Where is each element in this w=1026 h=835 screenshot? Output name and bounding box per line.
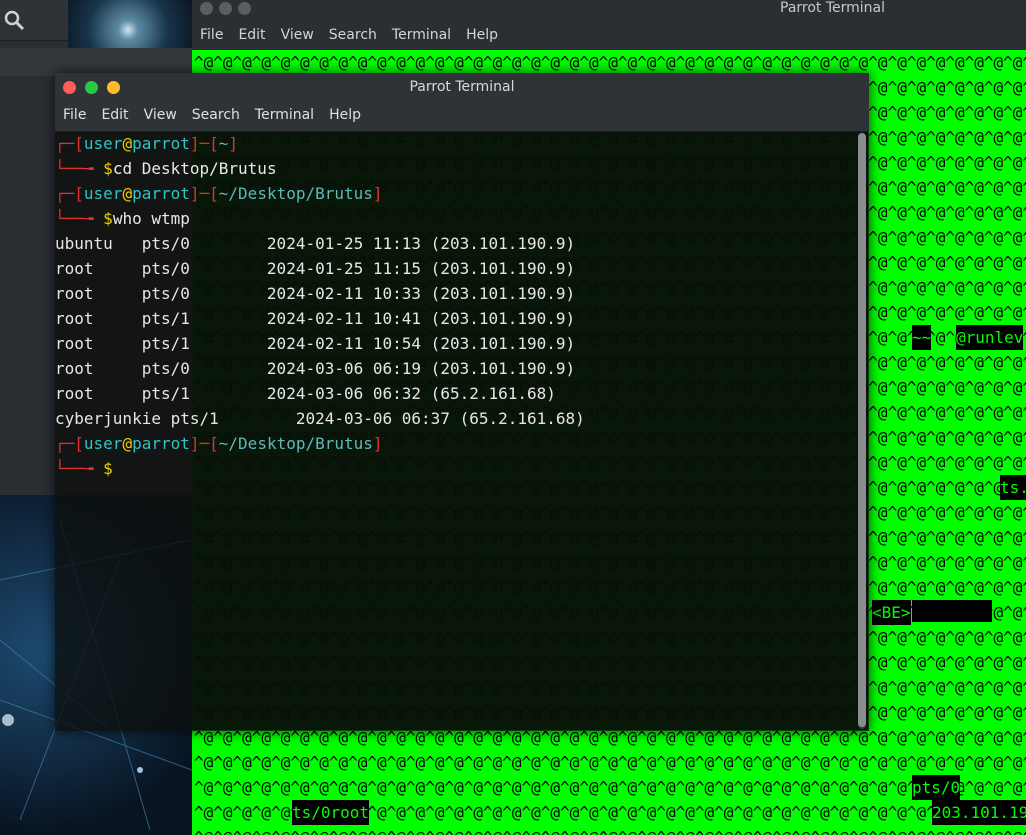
active-command-line[interactable]: └──╼ $ — [55, 456, 855, 481]
minimize-button[interactable] — [219, 2, 232, 15]
who-row: root pts/1 2024-03-06 06:32 (65.2.161.68… — [55, 384, 556, 403]
window-title: Parrot Terminal — [409, 79, 515, 95]
command-line: └──╼ $cd Desktop/Brutus — [55, 159, 277, 178]
binary-row: ^@^@^@^@^@^@^@^@^@^@^@^@^@^@^@^@^@^@^@^@… — [194, 53, 1026, 72]
close-button[interactable] — [200, 2, 213, 15]
window-title: Parrot Terminal — [780, 0, 886, 16]
menu-file[interactable]: File — [63, 101, 86, 129]
who-row: root pts/1 2024-02-11 10:54 (203.101.190… — [55, 334, 576, 353]
who-row: root pts/1 2024-02-11 10:41 (203.101.190… — [55, 309, 576, 328]
highlight-tilde: ~~ — [912, 325, 932, 350]
highlight-runlevel: @runlev — [956, 325, 1024, 350]
who-row: root pts/0 2024-01-25 11:15 (203.101.190… — [55, 259, 576, 278]
highlight-ts0root: ts/0root — [292, 800, 370, 825]
menu-search[interactable]: Search — [329, 22, 377, 48]
command-text: cd Desktop/Brutus — [112, 159, 277, 178]
highlight-ts: ts. — [1000, 475, 1026, 500]
highlight-be: <BE> — [872, 600, 911, 625]
command-text: who wtmp — [112, 209, 190, 228]
foreground-terminal-menubar: File Edit View Search Terminal Help — [55, 101, 869, 132]
scrollbar[interactable] — [858, 133, 866, 729]
background-terminal-menubar: File Edit View Search Terminal Help — [192, 22, 1026, 50]
file-manager-pathbar — [0, 48, 192, 76]
who-row: ubuntu pts/0 2024-01-25 11:13 (203.101.1… — [55, 234, 576, 253]
binary-row: ^@^@^@^@^@^@^@^@^@^@^@^@^@^@^@^@^@^@^@^@… — [194, 753, 1026, 772]
menu-edit[interactable]: Edit — [238, 22, 265, 48]
prompt-line: ┌─[user@parrot]─[~/Desktop/Brutus] — [55, 184, 383, 203]
foreground-terminal-titlebar[interactable]: Parrot Terminal — [55, 73, 869, 101]
who-row: root pts/0 2024-02-11 10:33 (203.101.190… — [55, 284, 576, 303]
terminal-output[interactable]: ┌─[user@parrot]─[~] └──╼ $cd Desktop/Bru… — [55, 129, 855, 731]
menu-help[interactable]: Help — [466, 22, 498, 48]
background-terminal-titlebar[interactable]: Parrot Terminal — [192, 0, 1026, 18]
menu-edit[interactable]: Edit — [101, 101, 128, 129]
menu-search[interactable]: Search — [192, 101, 240, 129]
menu-terminal[interactable]: Terminal — [392, 22, 451, 48]
prompt-line: ┌─[user@parrot]─[~/Desktop/Brutus] — [55, 434, 383, 453]
maximize-button[interactable] — [238, 2, 251, 15]
menu-terminal[interactable]: Terminal — [255, 101, 314, 129]
highlight-block — [912, 600, 992, 622]
wallpaper-thumbnail — [68, 0, 192, 48]
menu-view[interactable]: View — [144, 101, 177, 129]
menu-file[interactable]: File — [200, 22, 223, 48]
scrollbar-thumb[interactable] — [858, 133, 866, 727]
foreground-terminal-window[interactable]: Parrot Terminal File Edit View Search Termin… — [55, 73, 869, 731]
highlight-pts0: pts/0 — [912, 775, 961, 800]
who-row: root pts/0 2024-03-06 06:19 (203.101.190… — [55, 359, 576, 378]
prompt-line: ┌─[user@parrot]─[~] — [55, 134, 239, 153]
command-line: └──╼ $who wtmp — [55, 209, 190, 228]
menu-help[interactable]: Help — [329, 101, 361, 129]
highlight-ip: 203.101.19 — [932, 800, 1026, 825]
search-icon[interactable] — [2, 8, 26, 32]
who-row: cyberjunkie pts/1 2024-03-06 06:37 (65.2… — [55, 409, 585, 428]
menu-view[interactable]: View — [281, 22, 314, 48]
binary-row: ^@^@^@^@^@^@^@^@^@^@^@^@^@^@^@^@^@^@^@^@… — [192, 825, 1026, 835]
binary-row: ^@^@^@^@^@^@^@^@^@^@^@^@^@^@^@^@^@^@^@^@… — [194, 778, 1026, 797]
